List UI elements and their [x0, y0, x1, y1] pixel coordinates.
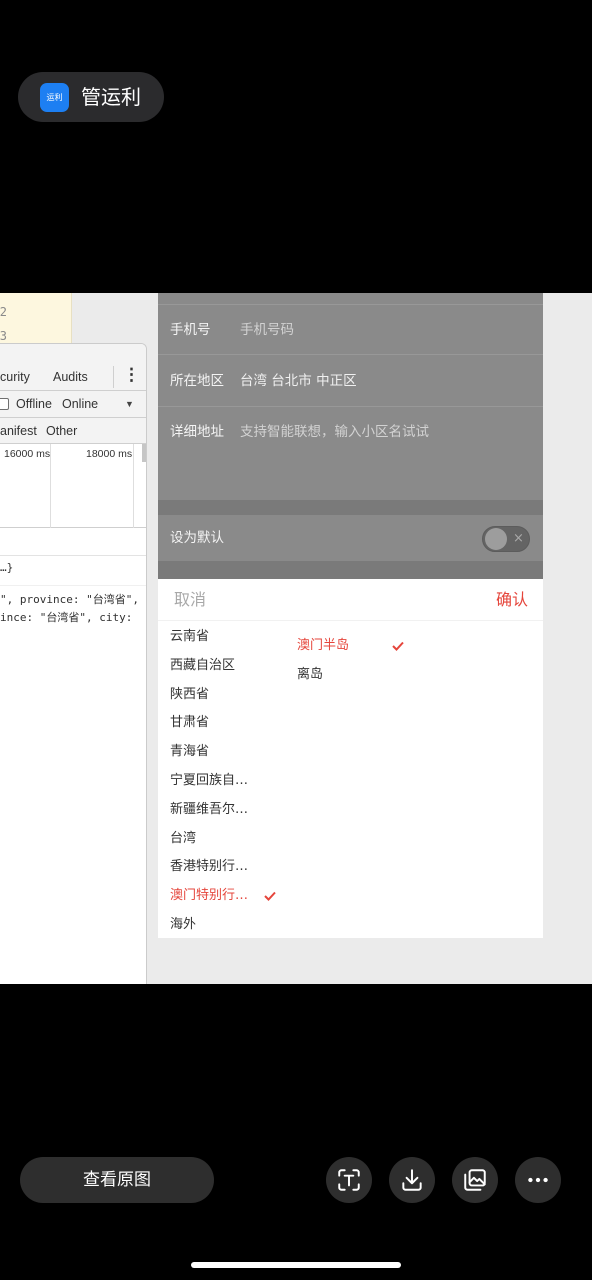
address-input[interactable]	[240, 421, 530, 443]
devtools-panel: curity Audits ⋮ Offline Online ▼ anifest…	[0, 343, 147, 984]
timeline-gridline	[133, 444, 134, 528]
province-item[interactable]: 甘肃省	[158, 709, 283, 738]
form-row-region[interactable]: 所在地区 台湾 台北市 中正区	[158, 355, 543, 407]
district-column: 澳门半岛 离岛	[285, 632, 410, 690]
province-label: 青海省	[170, 744, 210, 760]
province-item[interactable]: 澳门特别行…	[158, 882, 283, 911]
line-number: 1	[0, 293, 7, 300]
district-item[interactable]: 澳门半岛	[285, 632, 410, 661]
console-line: ince: "台湾省", city:	[0, 611, 133, 624]
toggle-knob	[485, 528, 507, 550]
line-number: 2	[0, 305, 7, 319]
mobile-address-page: 手机号 所在地区 台湾 台北市 中正区 详细地址 设为默认 × 取消 确认	[158, 293, 543, 938]
offline-checkbox[interactable]	[0, 398, 9, 410]
province-item[interactable]: 台湾	[158, 825, 283, 854]
province-label: 新疆维吾尔…	[170, 801, 249, 817]
province-label: 西藏自治区	[170, 657, 236, 673]
area-picker: 取消 确认 云南省 西藏自治区 陕西省 甘肃省 青海省 宁夏回族自… 新疆维吾尔…	[158, 579, 543, 938]
vertical-ellipsis-icon[interactable]: ⋮	[123, 365, 140, 385]
region-label: 所在地区	[170, 373, 224, 389]
timeline-gridline	[50, 444, 51, 528]
form-row-default: 设为默认 ×	[158, 515, 543, 561]
throttle-select[interactable]: Online	[62, 391, 98, 417]
province-item[interactable]: 新疆维吾尔…	[158, 796, 283, 825]
province-item[interactable]: 宁夏回族自…	[158, 767, 283, 796]
picker-header: 取消 确认	[158, 579, 543, 621]
resource-filter-bar: anifest Other	[0, 418, 146, 444]
app-icon: 运利	[40, 83, 69, 112]
province-label: 宁夏回族自…	[170, 772, 249, 788]
province-label: 澳门特别行…	[170, 888, 249, 904]
gallery-icon	[464, 1169, 486, 1191]
tab-audits[interactable]: Audits	[53, 368, 88, 386]
picker-confirm-button[interactable]: 确认	[496, 579, 528, 621]
province-item[interactable]: 陕西省	[158, 681, 283, 710]
home-indicator[interactable]	[191, 1262, 401, 1268]
form-row-partial	[158, 293, 543, 305]
district-label: 离岛	[297, 666, 324, 682]
phone-input[interactable]	[240, 320, 530, 340]
app-name: 管运利	[81, 85, 141, 109]
download-icon	[402, 1169, 422, 1191]
picker-cancel-button[interactable]: 取消	[174, 579, 206, 621]
devtools-summary-row	[0, 528, 146, 556]
console-divider	[0, 585, 146, 586]
close-icon: ×	[513, 531, 524, 546]
phone-label: 手机号	[170, 322, 211, 338]
console-line: ", province: "台湾省",	[0, 593, 139, 606]
gallery-button[interactable]	[452, 1157, 498, 1203]
province-label: 台湾	[170, 830, 197, 846]
province-item[interactable]: 海外	[158, 911, 283, 940]
province-label: 海外	[170, 916, 197, 932]
filter-other[interactable]: Other	[46, 418, 77, 444]
province-column: 云南省 西藏自治区 陕西省 甘肃省 青海省 宁夏回族自… 新疆维吾尔… 台湾 香…	[158, 623, 283, 940]
province-item[interactable]: 西藏自治区	[158, 652, 283, 681]
default-label: 设为默认	[170, 530, 224, 546]
timeline-tick: 16000 ms	[4, 448, 51, 460]
district-label: 澳门半岛	[297, 638, 350, 653]
province-label: 陕西省	[170, 686, 210, 702]
code-editor: 1 2 3	[0, 293, 72, 345]
screenshot-image: 1 2 3 curity Audits ⋮ Offline Online ▼ a…	[0, 293, 592, 984]
view-original-button[interactable]: 查看原图	[20, 1157, 214, 1203]
caret-down-icon[interactable]: ▼	[125, 391, 134, 417]
default-toggle[interactable]: ×	[482, 526, 530, 552]
app-chip[interactable]: 运利 管运利	[18, 72, 164, 122]
tab-separator	[113, 366, 114, 388]
form-row-phone: 手机号	[158, 305, 543, 355]
console-line: …}	[0, 561, 14, 574]
offline-label: Offline	[16, 397, 52, 411]
more-button[interactable]	[515, 1157, 561, 1203]
province-label: 甘肃省	[170, 715, 210, 731]
form-section-gap	[158, 500, 543, 515]
devtools-tab-bar: curity Audits ⋮	[0, 344, 146, 391]
network-timeline: 16000 ms 18000 ms	[0, 444, 146, 528]
checkmark-icon	[264, 891, 276, 902]
timeline-scrollbar[interactable]	[142, 444, 146, 462]
text-scan-button[interactable]	[326, 1157, 372, 1203]
district-item[interactable]: 离岛	[285, 661, 410, 690]
more-icon	[528, 1177, 548, 1183]
filter-manifest[interactable]: anifest	[0, 418, 37, 444]
form-bottom-gap	[158, 561, 543, 579]
province-item[interactable]: 香港特别行…	[158, 853, 283, 882]
download-button[interactable]	[389, 1157, 435, 1203]
timeline-tick: 18000 ms	[86, 448, 133, 460]
tab-security[interactable]: curity	[0, 368, 30, 386]
province-item[interactable]: 青海省	[158, 738, 283, 767]
address-label: 详细地址	[170, 424, 224, 440]
province-item[interactable]: 云南省	[158, 623, 283, 652]
region-value[interactable]: 台湾 台北市 中正区	[240, 355, 357, 407]
province-label: 云南省	[170, 629, 210, 644]
network-throttle-bar: Offline Online ▼	[0, 391, 146, 418]
line-number: 3	[0, 329, 7, 343]
checkmark-icon	[392, 641, 404, 651]
province-label: 香港特别行…	[170, 859, 249, 875]
text-scan-icon	[338, 1169, 360, 1191]
form-row-address: 详细地址	[158, 407, 543, 500]
